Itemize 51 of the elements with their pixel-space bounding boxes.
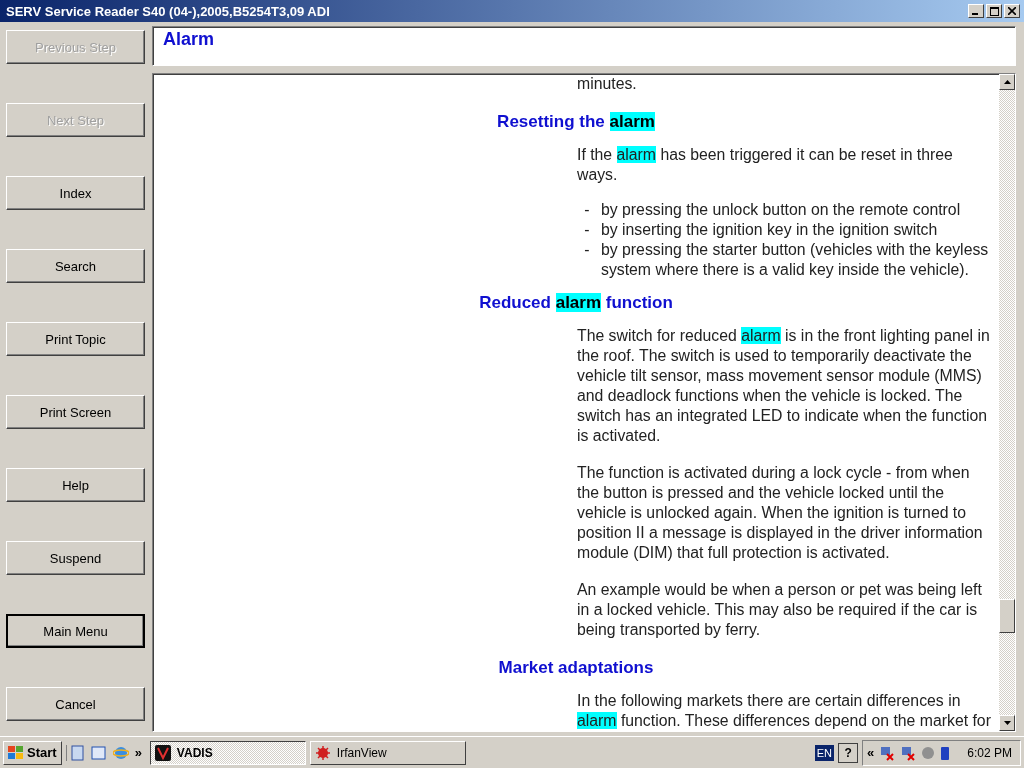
section-heading: Reduced alarm function (478, 292, 674, 314)
language-indicator[interactable]: EN (814, 744, 835, 761)
quick-launch-chevron[interactable]: » (134, 745, 142, 760)
section-heading: Resetting the alarm (496, 111, 656, 133)
list-bullet: - (583, 220, 591, 240)
list-item: by pressing the starter button (vehicles with the keyless system where there is a valid key inside the vehicle). (601, 240, 990, 280)
paragraph: The function is activated during a lock cycle - from when the button is pressed and the vehicle locked until the vehicle is unlocked again. When the ignition is turned to position II a message is displayed in the driver information module (DIM) that full protection is activated. (577, 463, 984, 563)
paragraph: The switch for reduced alarm is in the front lighting panel in the roof. The switch is used to temporarily deactivate the vehicle tilt sensor, mass movement sensor module (MMS) and deadlock functions when the vehicle is locked. The switch has an integrated LED to indicate when the function is activated. (577, 326, 991, 446)
nav-button[interactable]: Print Topic (6, 322, 145, 356)
up-arrow-icon (1003, 80, 1011, 84)
down-arrow-icon (1003, 721, 1011, 725)
section-heading: Market adaptations (497, 657, 655, 679)
scroll-thumb[interactable] (999, 599, 1015, 633)
topic-title: Alarm (163, 29, 215, 50)
windows-flag-icon (8, 745, 24, 760)
app-icon (154, 744, 171, 761)
app-icon (314, 744, 331, 761)
tray-chevron[interactable]: « (867, 745, 875, 760)
scroll-up-button[interactable] (999, 74, 1015, 90)
paragraph: An example would be when a person or pet was being left in a locked vehicle. This may also be required if the car is being transported by ferry. (577, 580, 983, 640)
list-bullet: - (583, 240, 591, 260)
nav-button[interactable]: Search (6, 249, 145, 283)
list-bullet: - (583, 200, 591, 220)
nav-button[interactable]: Suspend (6, 541, 145, 575)
battery-icon[interactable] (940, 744, 951, 761)
nav-button[interactable]: Index (6, 176, 145, 210)
close-icon (1008, 7, 1016, 15)
network-error-icon[interactable] (900, 744, 917, 761)
paragraph: minutes. (577, 74, 638, 94)
taskbar-button[interactable]: VADIS (149, 740, 306, 765)
window-icon[interactable] (90, 744, 107, 761)
maximize-button[interactable] (986, 4, 1002, 18)
paragraph: If the alarm has been triggered it can be reset in three ways. (577, 145, 954, 185)
help-button[interactable]: ? (838, 742, 859, 763)
nav-button[interactable]: Print Screen (6, 395, 145, 429)
nav-button[interactable]: Help (6, 468, 145, 502)
scrollbar[interactable] (999, 74, 1015, 731)
close-button[interactable] (1004, 4, 1020, 18)
nav-button[interactable]: Main Menu (6, 614, 145, 648)
list-item: by inserting the ignition key in the ignition switch (601, 220, 938, 240)
clock: 6:02 PM (967, 745, 1012, 760)
list-item: by pressing the unlock button on the remote control (601, 200, 961, 220)
maximize-icon (989, 6, 999, 16)
network-error-icon[interactable] (879, 744, 896, 761)
paragraph: In the following markets there are certain differences in alarm function. These differences depend on the market for (577, 691, 992, 731)
window-title: SERV Service Reader S40 (04-),2005,B5254T3,09 ADI (6, 3, 330, 19)
nav-button[interactable]: Cancel (6, 687, 145, 721)
taskbar-button[interactable]: IrfanView (309, 740, 466, 765)
minimize-button[interactable] (968, 4, 984, 18)
scroll-down-button[interactable] (999, 715, 1015, 731)
start-button[interactable]: Start (3, 740, 62, 765)
